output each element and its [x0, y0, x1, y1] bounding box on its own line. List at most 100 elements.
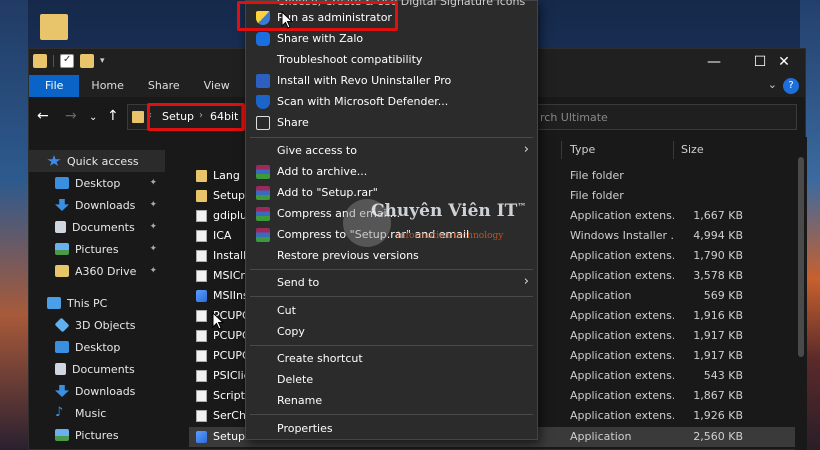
pictures-icon — [55, 429, 69, 441]
computer-icon — [47, 297, 61, 309]
music-icon: ♪ — [55, 405, 64, 420]
folder-icon — [196, 190, 207, 202]
menu-item-share[interactable]: Share — [246, 113, 537, 133]
breadcrumb-highlight-box — [147, 103, 245, 131]
setup-application-icon — [196, 431, 207, 443]
sidebar-item-3d-objects[interactable]: 3D Objects — [29, 314, 165, 336]
pictures-icon — [55, 243, 69, 255]
file-type: Application extens... — [570, 369, 674, 382]
menu-divider — [250, 345, 533, 346]
toolbar-divider — [53, 55, 54, 67]
file-size: 1,926 KB — [693, 409, 743, 422]
menu-item-add-to-archive[interactable]: Add to archive... — [246, 162, 537, 182]
menu-item-label: Rename — [277, 394, 323, 407]
chevron-right-icon: › — [523, 274, 529, 289]
menu-item-properties[interactable]: Properties — [246, 419, 537, 439]
sidebar-item-documents-pc[interactable]: Documents — [29, 358, 165, 380]
documents-icon — [55, 221, 66, 233]
menu-item-troubleshoot-compatibility[interactable]: Troubleshoot compatibility — [246, 50, 537, 70]
sidebar-item-music[interactable]: ♪ Music — [29, 402, 165, 424]
sidebar-label: Quick access — [67, 154, 139, 168]
sidebar-item-this-pc[interactable]: This PC — [29, 292, 165, 314]
help-icon[interactable]: ? — [783, 78, 799, 94]
dll-file-icon — [196, 250, 207, 262]
menu-item-share-with-zalo[interactable]: Share with Zalo — [246, 29, 537, 49]
recent-locations-button[interactable]: ⌄ — [89, 110, 97, 126]
file-type: Application extens... — [570, 249, 674, 262]
dll-file-icon — [196, 390, 207, 402]
run-as-admin-highlight-box — [237, 1, 398, 31]
menu-divider — [250, 414, 533, 415]
zalo-icon — [256, 32, 270, 46]
menu-item-cut[interactable]: Cut — [246, 301, 537, 321]
sidebar-item-downloads-pc[interactable]: Downloads — [29, 380, 165, 402]
dll-file-icon — [196, 370, 207, 382]
expand-ribbon-icon[interactable]: ⌄ — [768, 78, 777, 91]
back-button[interactable]: ← — [37, 108, 49, 124]
tab-home[interactable]: Home — [79, 75, 135, 97]
folder-icon — [196, 170, 207, 182]
vertical-scrollbar[interactable] — [795, 137, 807, 450]
minimize-button[interactable]: — — [691, 49, 737, 75]
sidebar-item-desktop[interactable]: Desktop ✦ — [29, 172, 165, 194]
sidebar-item-pictures-pc[interactable]: Pictures — [29, 424, 165, 446]
customize-toolbar-icon[interactable]: ▾ — [100, 56, 105, 66]
new-folder-icon[interactable] — [80, 54, 94, 68]
sidebar-label: Documents — [72, 362, 135, 376]
menu-item-give-access-to[interactable]: Give access to › — [246, 141, 537, 161]
column-header-type[interactable]: Type — [570, 143, 595, 156]
forward-button[interactable]: → — [65, 108, 77, 124]
star-icon — [47, 155, 61, 166]
dll-file-icon — [196, 270, 207, 282]
file-type: Application extens... — [570, 209, 674, 222]
file-type: File folder — [570, 169, 624, 182]
menu-item-label: Properties — [277, 422, 333, 435]
menu-item-delete[interactable]: Delete — [246, 370, 537, 390]
dll-file-icon — [196, 210, 207, 222]
winrar-icon — [256, 228, 270, 242]
sidebar-item-desktop-pc[interactable]: Desktop — [29, 336, 165, 358]
properties-icon[interactable] — [60, 54, 74, 68]
tab-view[interactable]: View — [192, 75, 242, 97]
tab-file[interactable]: File — [29, 75, 80, 97]
sidebar-label: Desktop — [75, 340, 121, 354]
column-header-size[interactable]: Size — [681, 143, 704, 156]
mouse-cursor-icon — [212, 312, 224, 330]
up-button[interactable]: ↑ — [107, 108, 119, 124]
menu-item-copy[interactable]: Copy — [246, 322, 537, 342]
sidebar-item-documents[interactable]: Documents ✦ — [29, 216, 165, 238]
dll-file-icon — [196, 410, 207, 422]
menu-item-label: Install with Revo Uninstaller Pro — [277, 74, 452, 87]
desktop-folder-icon[interactable] — [40, 14, 68, 40]
close-button[interactable]: ✕ — [761, 49, 807, 75]
file-size: 3,578 KB — [693, 269, 743, 282]
pin-icon: ✦ — [149, 266, 157, 276]
sidebar-label: A360 Drive — [75, 264, 137, 278]
search-input[interactable]: rch Ultimate — [531, 104, 797, 130]
download-icon — [55, 385, 69, 397]
share-icon — [256, 116, 270, 130]
sidebar-item-downloads[interactable]: Downloads ✦ — [29, 194, 165, 216]
menu-divider — [250, 296, 533, 297]
application-icon — [196, 290, 207, 302]
menu-item-rename[interactable]: Rename — [246, 391, 537, 411]
column-divider[interactable] — [673, 141, 674, 159]
menu-item-label: Copy — [277, 325, 305, 338]
menu-item-restore-previous-versions[interactable]: Restore previous versions — [246, 246, 537, 266]
menu-item-scan-with-defender[interactable]: Scan with Microsoft Defender... — [246, 92, 537, 112]
column-divider[interactable] — [561, 141, 562, 159]
scrollbar-thumb[interactable] — [798, 157, 804, 357]
file-type: Application extens... — [570, 309, 674, 322]
sidebar-item-a360-drive[interactable]: A360 Drive ✦ — [29, 260, 165, 282]
tab-share[interactable]: Share — [136, 75, 192, 97]
sidebar-item-quick-access[interactable]: Quick access — [29, 150, 165, 172]
chevron-right-icon: › — [523, 142, 529, 157]
pin-icon: ✦ — [149, 244, 157, 254]
watermark-title: Chuyên Viên IT™ — [371, 201, 527, 221]
dll-file-icon — [196, 310, 207, 322]
menu-item-send-to[interactable]: Send to › — [246, 273, 537, 293]
menu-item-install-with-revo[interactable]: Install with Revo Uninstaller Pro — [246, 71, 537, 91]
menu-item-create-shortcut[interactable]: Create shortcut — [246, 349, 537, 369]
sidebar-item-pictures[interactable]: Pictures ✦ — [29, 238, 165, 260]
menu-item-label: Troubleshoot compatibility — [277, 53, 423, 66]
